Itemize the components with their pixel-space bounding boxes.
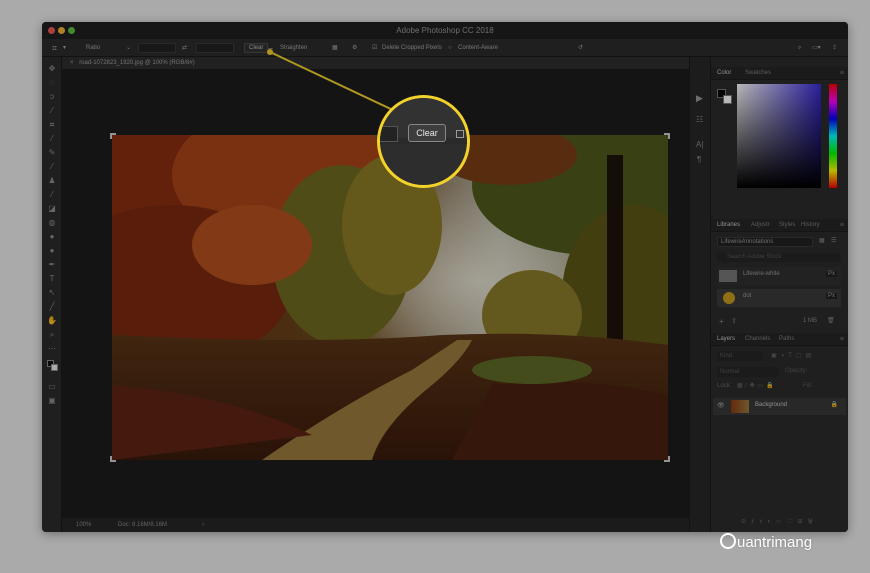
watermark-logo-icon (720, 533, 736, 549)
magnifier-callout: Clear (377, 95, 470, 188)
watermark-text: uantrimang (737, 534, 813, 551)
clear-button-magnified[interactable]: Clear (408, 124, 446, 142)
screenshot-frame: Adobe Photoshop CC 2018 ⌗ ▾ Ratio ⌄ ⇄ Cl… (0, 0, 870, 573)
watermark: uantrimang (720, 533, 812, 551)
